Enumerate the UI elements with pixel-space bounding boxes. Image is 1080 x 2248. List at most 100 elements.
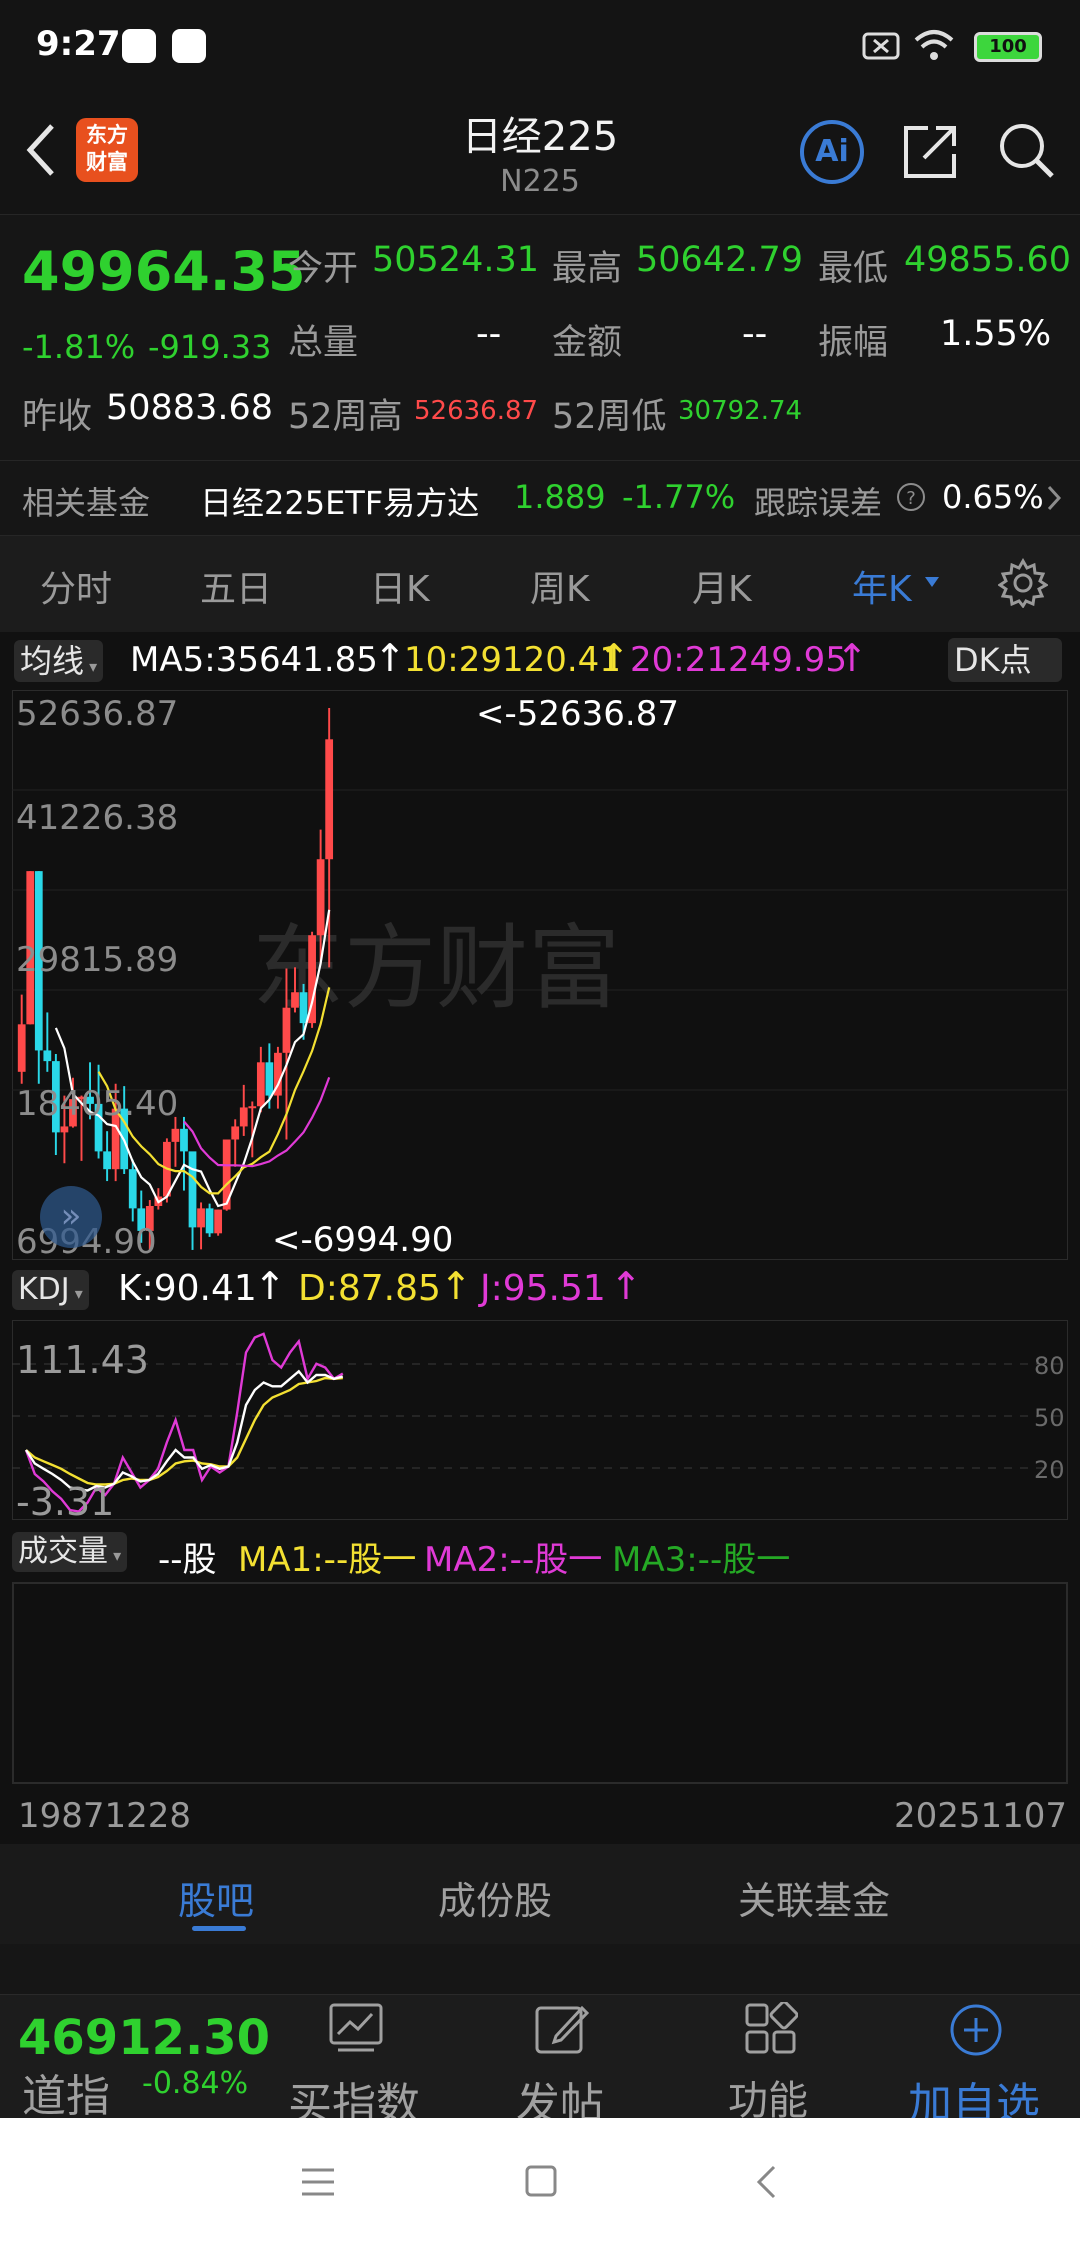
candle-body xyxy=(103,1151,111,1170)
svg-text:?: ? xyxy=(906,488,916,509)
high-label: 最高 xyxy=(552,249,623,289)
open-value: 50524.31 xyxy=(372,240,540,280)
dow-price[interactable]: 46912.30 xyxy=(18,2010,270,2066)
candle-body xyxy=(265,1062,274,1096)
kdj-j-arrow-icon: ↑ xyxy=(610,1264,642,1308)
amount-label: 金额 xyxy=(552,323,623,363)
low-label: 最低 xyxy=(818,249,889,289)
function-grid-icon xyxy=(745,2002,798,2054)
menu-icon[interactable] xyxy=(300,2166,336,2198)
candle-body xyxy=(171,1128,180,1142)
dk-point-label: DK点 xyxy=(954,641,1032,679)
add-watchlist-icon xyxy=(950,2004,1002,2056)
max-marker: <-52636.87 xyxy=(476,694,679,734)
amount-value: -- xyxy=(742,314,768,354)
ma20-arrow-icon: ↑ xyxy=(836,636,868,680)
status-time: 9:27 xyxy=(36,24,121,64)
volume-selector[interactable]: 成交量 ▾ xyxy=(12,1532,128,1572)
volume-ma3: MA3:--股一 xyxy=(612,1540,791,1580)
ma-selector-label: 均线 xyxy=(20,642,85,680)
prev-close-label: 昨收 xyxy=(22,397,93,437)
change-value: -919.33 xyxy=(148,328,272,366)
tab-forum[interactable]: 股吧 xyxy=(178,1870,254,1925)
tab-related-funds[interactable]: 关联基金 xyxy=(738,1870,890,1925)
y-label-top: 52636.87 xyxy=(16,694,179,734)
tracking-error-label: 跟踪误差 xyxy=(754,484,883,522)
volume-selector-label: 成交量 xyxy=(18,1534,108,1569)
candle-body xyxy=(239,1107,248,1127)
tab-yearly-k[interactable]: 年K xyxy=(852,560,912,612)
kdj-j: J:95.51 xyxy=(480,1268,606,1309)
tracking-error-value: 0.65% xyxy=(942,478,1044,516)
volume-chart[interactable] xyxy=(12,1582,1068,1784)
tab-weekly-k[interactable]: 周K xyxy=(530,560,590,612)
kdj-d: D:87.85 xyxy=(298,1268,441,1309)
candle-body xyxy=(248,1106,257,1109)
ma-selector[interactable]: 均线 ▾ xyxy=(14,640,104,682)
y-label-3: 29815.89 xyxy=(16,940,179,980)
candle-body xyxy=(282,1007,291,1053)
w52-low-label: 52周低 xyxy=(552,397,667,437)
tab-monthly-k[interactable]: 月K xyxy=(692,560,752,612)
fund-change: -1.77% xyxy=(622,478,736,516)
date-start: 19871228 xyxy=(18,1796,192,1836)
kdj-level-20: 20 xyxy=(1034,1456,1065,1484)
ai-button[interactable]: Ai xyxy=(800,120,864,184)
dow-change: -0.84% xyxy=(142,2066,249,2101)
candle-body xyxy=(60,1126,69,1133)
kdj-selector[interactable]: KDJ ▾ xyxy=(12,1270,89,1310)
volume-ma1: MA1:--股一 xyxy=(238,1540,417,1580)
chart-trend-icon xyxy=(329,2003,383,2052)
candle-body xyxy=(205,1208,214,1234)
kdj-k-arrow-icon: ↑ xyxy=(254,1264,286,1308)
candle-body xyxy=(291,992,299,1008)
ma10-value: 10:29120.41 xyxy=(404,640,621,680)
candle-body xyxy=(128,1169,137,1209)
tab-constituents[interactable]: 成份股 xyxy=(438,1870,552,1925)
kdj-chart[interactable] xyxy=(12,1320,1068,1520)
kdj-d-arrow-icon: ↑ xyxy=(440,1264,472,1308)
expand-chart-button[interactable]: » xyxy=(40,1186,102,1248)
candle-body xyxy=(256,1062,265,1107)
status-bar: 9:27 100 xyxy=(0,0,1080,92)
kdj-level-80: 80 xyxy=(1034,1352,1065,1380)
list-header-strip xyxy=(0,1944,1080,1994)
candle-body xyxy=(325,739,334,860)
kdj-selector-label: KDJ xyxy=(18,1272,70,1307)
candle-body xyxy=(214,1209,223,1234)
help-icon[interactable]: ? xyxy=(896,482,926,512)
volume-value: -- xyxy=(476,314,502,354)
amplitude-value: 1.55% xyxy=(940,314,1052,354)
min-marker: <-6994.90 xyxy=(272,1220,454,1260)
kdj-level-50: 50 xyxy=(1034,1404,1065,1432)
fund-label: 相关基金 xyxy=(22,484,151,522)
settings-gear-icon[interactable] xyxy=(998,558,1048,608)
w52-high-label: 52周高 xyxy=(288,397,403,437)
candle-body xyxy=(299,992,308,1024)
chevron-right-icon xyxy=(1047,485,1062,511)
candle-body xyxy=(17,1024,26,1072)
dow-name[interactable]: 道指 xyxy=(22,2060,110,2124)
amplitude-label: 振幅 xyxy=(818,323,889,363)
wifi-icon xyxy=(914,30,954,60)
kdj-chart-frame xyxy=(12,1320,1068,1520)
search-icon[interactable] xyxy=(996,120,1056,182)
ma5-value: MA5:35641.85 xyxy=(130,640,378,680)
app-notification-icon xyxy=(172,29,206,63)
date-end: 20251107 xyxy=(894,1796,1068,1836)
share-icon[interactable] xyxy=(900,122,960,182)
kdj-y-bottom: -3.31 xyxy=(16,1480,115,1524)
dk-point-button[interactable]: DK点 xyxy=(948,638,1062,682)
back-icon[interactable] xyxy=(754,2164,778,2200)
active-tab-indicator xyxy=(192,1926,246,1931)
tab-intraday[interactable]: 分时 xyxy=(40,560,112,612)
tab-daily-k[interactable]: 日K xyxy=(370,560,430,612)
sim-icon xyxy=(862,32,900,60)
prev-close-value: 50883.68 xyxy=(106,388,274,428)
tab-five-day[interactable]: 五日 xyxy=(200,560,272,612)
home-icon[interactable] xyxy=(524,2164,558,2198)
fund-name[interactable]: 日经225ETF易方达 xyxy=(200,478,479,524)
w52-high-value: 52636.87 xyxy=(414,396,539,426)
open-label: 今开 xyxy=(288,249,359,289)
app-notification-icon xyxy=(122,29,156,63)
